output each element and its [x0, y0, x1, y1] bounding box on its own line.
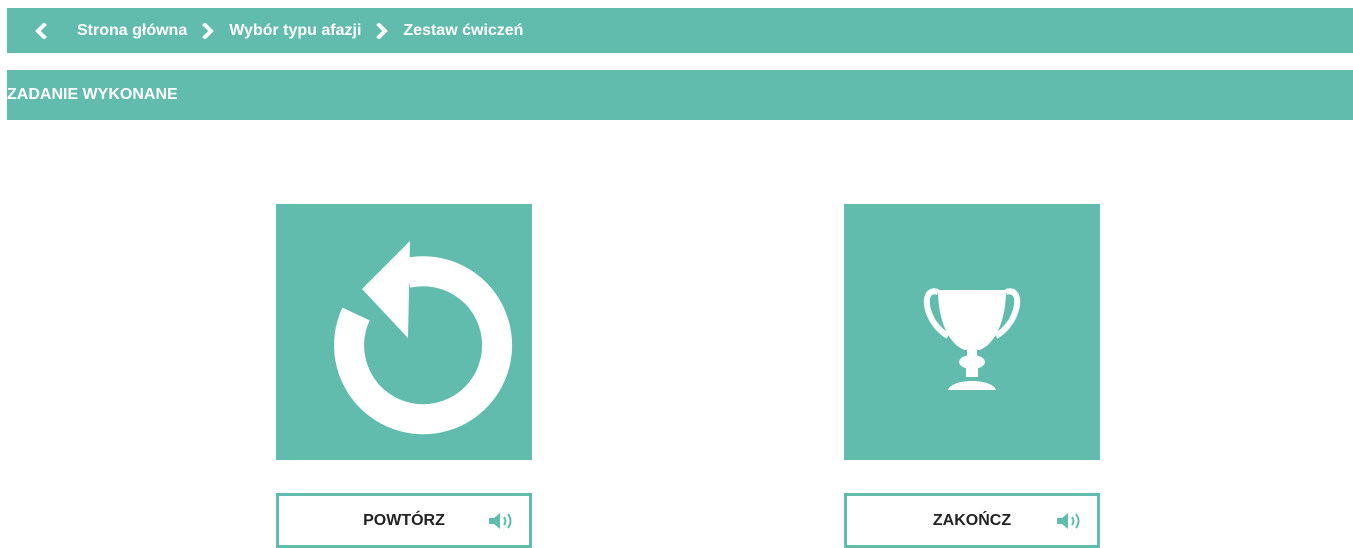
speaker-icon[interactable]	[487, 511, 517, 531]
repeat-button-label: POWTÓRZ	[363, 512, 445, 529]
speaker-icon[interactable]	[1055, 511, 1085, 531]
breadcrumb-item-aphasia-type[interactable]: Wybór typu afazji	[229, 22, 361, 40]
repeat-tile[interactable]	[276, 204, 532, 460]
chevron-right-icon	[202, 22, 215, 39]
page-title-bar: ZADANIE WYKONANE	[7, 70, 1353, 120]
breadcrumb-separator	[361, 22, 403, 39]
chevron-left-icon	[35, 22, 47, 39]
back-button[interactable]	[7, 8, 77, 53]
breadcrumb-separator	[187, 22, 229, 39]
refresh-icon	[334, 241, 513, 435]
chevron-right-icon	[376, 22, 389, 39]
breadcrumb: Strona główna Wybór typu afazji Zestaw ć…	[7, 8, 1353, 53]
trophy-icon	[923, 288, 1021, 390]
breadcrumb-item-home[interactable]: Strona główna	[77, 22, 187, 40]
breadcrumb-item-exercise-set: Zestaw ćwiczeń	[403, 21, 524, 39]
finish-tile[interactable]	[844, 204, 1100, 460]
finish-button-label: ZAKOŃCZ	[932, 512, 1012, 529]
page-title: ZADANIE WYKONANE	[7, 86, 178, 103]
